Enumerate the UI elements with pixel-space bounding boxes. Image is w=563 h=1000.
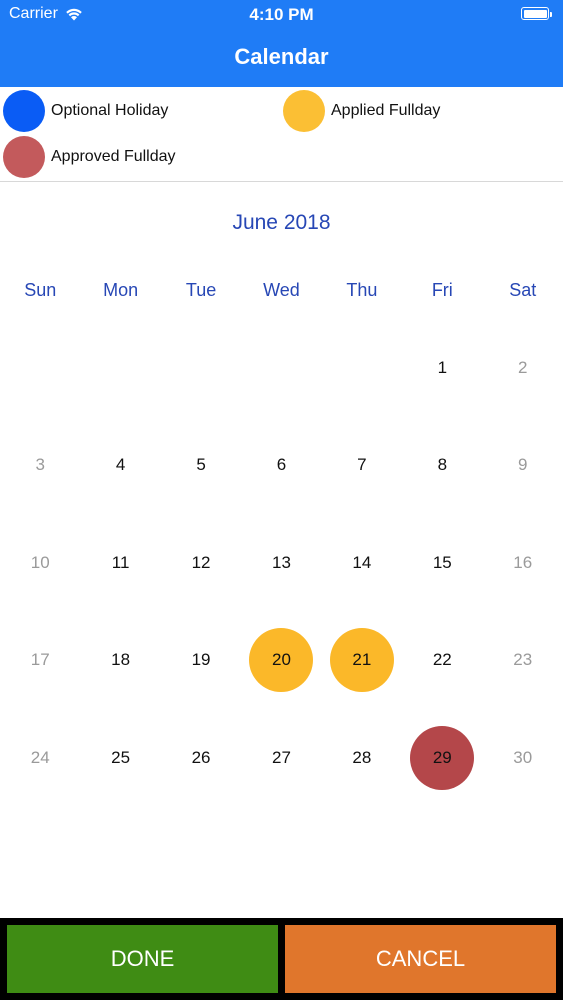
calendar-day-cell[interactable]: 5 (161, 432, 241, 498)
done-button[interactable]: DONE (7, 925, 278, 993)
calendar-day[interactable]: 2 (491, 336, 555, 400)
calendar-grid: Sun Mon Tue Wed Thu Fri Sat 1 2 3 4 5 6 7 8 9 10 1… (0, 270, 563, 790)
month-title: June 2018 (232, 211, 331, 234)
calendar-day-cell[interactable]: 8 (402, 432, 482, 498)
action-footer: DONE CANCEL (0, 918, 563, 1000)
calendar-day[interactable]: 25 (89, 726, 153, 790)
legend-item-approved-fullday: Approved Fullday (3, 136, 176, 178)
calendar-week-row: 10 11 12 13 14 15 16 (0, 530, 563, 596)
calendar-day-cell[interactable]: 22 (402, 627, 482, 693)
calendar-day[interactable]: 11 (89, 531, 153, 595)
calendar-legend: Optional Holiday Applied Fullday Approve… (0, 87, 563, 182)
calendar-day-cell (80, 335, 160, 401)
calendar-week-row: 24 25 26 27 28 29 30 (0, 725, 563, 791)
calendar-day-cell[interactable]: 24 (0, 725, 80, 791)
calendar-day-cell[interactable]: 13 (241, 530, 321, 596)
calendar-day-cell (0, 335, 80, 401)
weekday-label: Tue (185, 280, 217, 300)
calendar-day[interactable]: 15 (410, 531, 474, 595)
approved-fullday-dot-icon (3, 136, 45, 178)
calendar-day-cell[interactable]: 3 (0, 432, 80, 498)
calendar-day[interactable]: 14 (330, 531, 394, 595)
calendar-day[interactable]: 9 (491, 433, 555, 497)
applied-fullday-dot-icon (283, 90, 325, 132)
calendar-day-cell (161, 335, 241, 401)
calendar-day-cell[interactable]: 27 (241, 725, 321, 791)
optional-holiday-dot-icon (3, 90, 45, 132)
calendar-day-cell[interactable]: 16 (483, 530, 563, 596)
calendar-day-cell[interactable]: 26 (161, 725, 241, 791)
weekday-header-row: Sun Mon Tue Wed Thu Fri Sat (0, 270, 563, 310)
calendar-day[interactable]: 10 (8, 531, 72, 595)
calendar-day[interactable]: 29 (410, 726, 475, 790)
calendar-day-cell[interactable]: 1 (402, 335, 482, 401)
calendar-day-cell[interactable]: 7 (322, 432, 402, 498)
calendar-day[interactable]: 21 (329, 628, 394, 692)
legend-label: Approved Fullday (51, 148, 176, 165)
calendar-day-cell[interactable]: 14 (322, 530, 402, 596)
weekday-label: Wed (263, 280, 300, 300)
calendar-day-cell[interactable]: 12 (161, 530, 241, 596)
calendar-day[interactable]: 22 (410, 628, 474, 692)
calendar-day[interactable]: 17 (8, 628, 72, 692)
calendar-day[interactable]: 3 (8, 433, 72, 497)
calendar-week-row: 17 18 19 20 21 22 23 (0, 627, 563, 693)
calendar-week-row: 3456789 (0, 432, 563, 498)
weekday-label: Sat (509, 280, 537, 300)
calendar-day-cell[interactable]: 2 (483, 335, 563, 401)
calendar-day[interactable]: 26 (169, 726, 233, 790)
calendar-day[interactable]: 24 (8, 726, 72, 790)
calendar-day[interactable]: 5 (169, 433, 233, 497)
calendar-day-cell (322, 335, 402, 401)
legend-label: Applied Fullday (331, 102, 441, 119)
calendar-day-cell[interactable]: 29 (402, 725, 482, 791)
battery-icon (521, 7, 552, 20)
calendar-day-cell[interactable]: 25 (80, 725, 160, 791)
weekday-label: Mon (103, 280, 139, 300)
calendar-day[interactable]: 20 (249, 628, 314, 692)
status-time: 4:10 PM (249, 5, 314, 24)
calendar-day[interactable]: 30 (491, 726, 555, 790)
calendar-day-cell[interactable]: 19 (161, 627, 241, 693)
calendar-day-cell[interactable]: 17 (0, 627, 80, 693)
legend-item-optional-holiday: Optional Holiday (3, 90, 168, 132)
calendar-day-cell (241, 335, 321, 401)
calendar-day[interactable]: 16 (491, 531, 555, 595)
calendar-day-cell[interactable]: 4 (80, 432, 160, 498)
calendar-day[interactable]: 8 (410, 433, 474, 497)
calendar-day[interactable]: 12 (169, 531, 233, 595)
calendar-day-cell[interactable]: 30 (483, 725, 563, 791)
legend-item-applied-fullday: Applied Fullday (283, 90, 440, 132)
calendar-day-cell[interactable]: 21 (322, 627, 402, 693)
calendar-week-row: 12 (0, 335, 563, 401)
calendar-day-cell[interactable]: 15 (402, 530, 482, 596)
calendar-day[interactable]: 28 (330, 726, 394, 790)
calendar-day[interactable]: 4 (89, 433, 153, 497)
calendar-day[interactable]: 27 (249, 726, 313, 790)
legend-label: Optional Holiday (51, 102, 169, 119)
calendar-day[interactable]: 6 (249, 433, 313, 497)
weekday-label: Thu (346, 280, 378, 300)
calendar-day[interactable]: 1 (410, 336, 474, 400)
cancel-button[interactable]: CANCEL (285, 925, 556, 993)
calendar-day-cell[interactable]: 11 (80, 530, 160, 596)
calendar-day-cell[interactable]: 18 (80, 627, 160, 693)
calendar-day-cell[interactable]: 9 (483, 432, 563, 498)
calendar-day[interactable]: 7 (330, 433, 394, 497)
calendar-day-cell[interactable]: 10 (0, 530, 80, 596)
weekday-label: Sun (24, 280, 57, 300)
page-title: Calendar (234, 44, 329, 69)
calendar-day[interactable]: 19 (169, 628, 233, 692)
status-bar: Carrier 4:10 PM (0, 0, 563, 30)
calendar-day-cell[interactable]: 23 (483, 627, 563, 693)
calendar-day[interactable]: 18 (89, 628, 153, 692)
calendar-day[interactable]: 23 (491, 628, 555, 692)
calendar-day-cell[interactable]: 28 (322, 725, 402, 791)
calendar-day-cell[interactable]: 20 (241, 627, 321, 693)
calendar-day[interactable]: 13 (249, 531, 313, 595)
navigation-header: Carrier 4:10 PM Calendar (0, 0, 563, 87)
calendar-day-cell[interactable]: 6 (241, 432, 321, 498)
weekday-label: Fri (431, 280, 453, 300)
